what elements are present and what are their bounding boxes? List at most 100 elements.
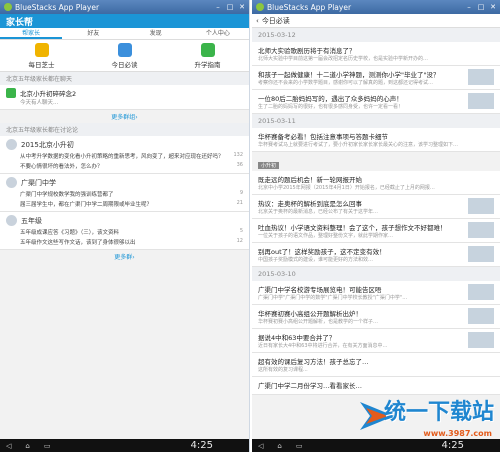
- reply-count: 21: [236, 200, 243, 206]
- post-text: 五年级作文这些写作文话，该到了身体很够以出: [20, 240, 136, 246]
- tab-friends[interactable]: 好友: [62, 28, 124, 39]
- article-desc: 中国孩子奖励模式的建设，谁可能更好的方法和效…: [258, 257, 374, 263]
- article-thumbnail: [468, 284, 494, 300]
- app-header: 家长帮: [0, 14, 249, 28]
- article-title: 热议：走奥杯的解析到底是怎么回事: [258, 200, 362, 208]
- article-thumbnail: [468, 222, 494, 238]
- close-button[interactable]: ✕: [237, 2, 247, 12]
- post-item[interactable]: 不要心情很坏的看法外，怎么办？ 36: [0, 161, 249, 171]
- article-item[interactable]: 华杯赛初赛小高组公开题解析出炉！ 华杯赛初赛小高组公开题解析，也是教学的一个样子…: [252, 305, 500, 329]
- article-item[interactable]: 超有效的课后复习方法！孩子总忘了… 这所有效的复习课程...: [252, 353, 500, 377]
- article-item[interactable]: 一位80后二胎妈妈写的，遇出了众多妈妈的心声！ 生了二胎的妈妈写的很好，也有很多感…: [252, 90, 500, 114]
- home-nav-icon[interactable]: ⌂: [277, 442, 281, 450]
- page-title: 今日必读: [261, 16, 290, 25]
- article-item[interactable]: 北师大实验歌剧历将于有消息了？ 北师大实验中学目前这第一届会改招定名历史学校，也是…: [252, 42, 500, 66]
- back-nav-icon[interactable]: ◁: [258, 442, 263, 450]
- article-item[interactable]: 吐血热议！小学语文资料整理！会了这个，孩子想作文不好都难！ 一位关于孩子的语文作品…: [252, 219, 500, 243]
- home-nav-icon[interactable]: ⌂: [25, 442, 29, 450]
- group-avatar: [6, 177, 17, 188]
- quick-entries: 每日芝士 今日必读 升学指南: [0, 40, 249, 72]
- article-item[interactable]: 广渠门中学名校游专场展览电！可能告区唔 广渠门中学"广渠门中学的数学"广渠门中学校…: [252, 281, 500, 305]
- recent-apps-icon[interactable]: ▭: [44, 442, 51, 450]
- must-read-button[interactable]: 今日必读: [83, 40, 166, 71]
- maximize-button[interactable]: □: [476, 2, 486, 12]
- tab-discover[interactable]: 发现: [125, 28, 187, 39]
- reply-count: 9: [239, 190, 243, 196]
- reply-count: 132: [233, 152, 243, 158]
- lightbulb-icon: [34, 42, 49, 57]
- back-arrow-icon[interactable]: ‹: [256, 17, 259, 25]
- bluestacks-icon: [256, 3, 264, 11]
- date-header: 2015-03-12: [252, 28, 500, 42]
- close-button[interactable]: ✕: [488, 2, 498, 12]
- daily-tips-label: 每日芝士: [28, 60, 55, 69]
- android-navbar: ◁ ⌂ ▭ 4:25: [0, 439, 249, 452]
- category-tag: 小升初: [258, 162, 280, 169]
- article-item[interactable]: 和孩子一起做健康！十二道小学神题，测测你小学"毕业了"没？ 考察你还不会来的小学数…: [252, 66, 500, 90]
- post-text: 从中考升学数据的变化看小升初策略的重新思考，风向变了，超来对应现在还好吗？: [20, 154, 224, 160]
- article-desc: 广渠门中学"广渠门中学的数学"广渠门中学校长教授"广渠门中学"…: [258, 295, 408, 301]
- left-window: BlueStacks App Player – □ ✕ 家长帮 帮家长 好友 发…: [0, 0, 250, 452]
- watermark-url: www.3987.com: [423, 429, 492, 438]
- right-window: BlueStacks App Player – □ ✕ ‹ 今日必读 2015-…: [252, 0, 500, 452]
- chat-group-item[interactable]: 北京小升初碎碎念2 今天有人聊天...: [0, 85, 249, 110]
- post-item[interactable]: 五年级作文这些写作文话，该到了身体很够以出 12: [0, 237, 249, 247]
- back-nav-icon[interactable]: ◁: [6, 442, 11, 450]
- article-thumbnail: [468, 246, 494, 262]
- minimize-button[interactable]: –: [213, 2, 223, 12]
- discussion-section-header: 北京五年级家长都在讨论论: [0, 123, 249, 136]
- article-title: 华杯赛初赛小高组公开题解析出炉！: [258, 310, 362, 318]
- group-avatar: [6, 139, 17, 150]
- tab-help-parents[interactable]: 帮家长: [0, 28, 63, 39]
- group-card[interactable]: 广渠门中学 广渠门中学规校数学我的强训练营都了 9 届三届学生中，都在广渠门中学二…: [0, 174, 249, 212]
- minimize-button[interactable]: –: [464, 2, 474, 12]
- article-desc: 这所有效的复习课程...: [258, 367, 308, 373]
- article-item[interactable]: 别再out了！这样奖励孩子，这不定变有效！ 中国孩子奖励模式的建设，谁可能更好的方…: [252, 243, 500, 267]
- article-title: 据说4中和63中要合并了？: [258, 334, 336, 342]
- graduation-icon: [200, 42, 215, 57]
- tab-bar: 帮家长 好友 发现 个人中心: [0, 28, 249, 40]
- article-title: 超有效的课后复习方法！孩子总忘了…: [258, 358, 369, 366]
- article-item[interactable]: 热议：走奥杯的解析到底是怎么回事 北京关于奥杯的最新消息，已经公布了有关于这学年…: [252, 195, 500, 219]
- date-header: 2015-03-10: [252, 267, 500, 281]
- group-card[interactable]: 五年级 五年级成课应答《习题》（三），该文资料 5 五年级作文这些写作文话，该到了…: [0, 212, 249, 250]
- recent-apps-icon[interactable]: ▭: [296, 442, 303, 450]
- maximize-button[interactable]: □: [225, 2, 235, 12]
- left-titlebar: BlueStacks App Player – □ ✕: [0, 0, 249, 14]
- article-title: 广渠门中学名校游专场展览电！可能告区唔: [258, 286, 382, 294]
- chat-icon: [6, 88, 16, 98]
- article-title: 广渠门中学二月份学习…看看家长…: [258, 382, 362, 390]
- school-guide-label: 升学指南: [194, 60, 221, 69]
- article-title: 既走远的题后机会！新一轮网报开始: [258, 176, 362, 184]
- post-text: 五年级成课应答《习题》（三），该文资料: [20, 230, 120, 236]
- group-name: 广渠门中学: [21, 178, 56, 187]
- chat-group-name: 北京小升初碎碎念2: [20, 90, 77, 98]
- more-groups-link[interactable]: 更多群组›: [0, 110, 249, 123]
- article-item[interactable]: 华杯赛备考必看！包括注意事项与答题卡细节 华杯赛考试马上就要进行考试了，要小升初家…: [252, 128, 500, 152]
- bluestacks-icon: [4, 3, 12, 11]
- daily-tips-button[interactable]: 每日芝士: [0, 40, 83, 71]
- post-item[interactable]: 广渠门中学规校数学我的强训练营都了 9: [0, 189, 249, 199]
- left-window-title: BlueStacks App Player: [15, 2, 100, 12]
- group-card[interactable]: 2015北京小升初 从中考升学数据的变化看小升初策略的重新思考，风向变了，超来对…: [0, 136, 249, 174]
- article-desc: 近日有家长大4中和63中将进行合并，在有关方面消息中…: [258, 343, 388, 349]
- article-item[interactable]: 据说4中和63中要合并了？ 近日有家长大4中和63中将进行合并，在有关方面消息中…: [252, 329, 500, 353]
- article-title: 一位80后二胎妈妈写的，遇出了众多妈妈的心声！: [258, 95, 403, 103]
- more-discussions-link[interactable]: 更多群›: [0, 250, 249, 263]
- post-item[interactable]: 五年级成课应答《习题》（三），该文资料 5: [0, 227, 249, 237]
- post-item[interactable]: 从中考升学数据的变化看小升初策略的重新思考，风向变了，超来对应现在还好吗？ 132: [0, 151, 249, 161]
- school-guide-button[interactable]: 升学指南: [166, 40, 249, 71]
- article-desc: 华杯赛初赛小高组公开题解析，也是教学的一个样子…: [258, 319, 379, 325]
- right-titlebar: BlueStacks App Player – □ ✕: [252, 0, 500, 14]
- article-title: 和孩子一起做健康！十二道小学神题，测测你小学"毕业了"没？: [258, 71, 440, 79]
- article-desc: 北师大实验中学目前这第一届会改招定名历史学校，也是实验中学新开办的…: [258, 56, 429, 62]
- site-watermark: 统一下载站 www.3987.com: [354, 392, 494, 438]
- reply-count: 5: [239, 228, 243, 234]
- clock: 4:25: [441, 440, 464, 451]
- chat-group-sub: 今天有人聊天...: [20, 100, 59, 106]
- tab-profile[interactable]: 个人中心: [187, 28, 249, 39]
- article-item[interactable]: 既走远的题后机会！新一轮网报开始 北京中小学2015年网报（2015年4月1日）开…: [252, 171, 500, 195]
- article-list-header: ‹ 今日必读: [252, 14, 500, 28]
- post-item[interactable]: 届三届学生中，都在广渠门中学二周期限或毕业生呢？ 21: [0, 199, 249, 209]
- window-controls: – □ ✕: [464, 2, 500, 12]
